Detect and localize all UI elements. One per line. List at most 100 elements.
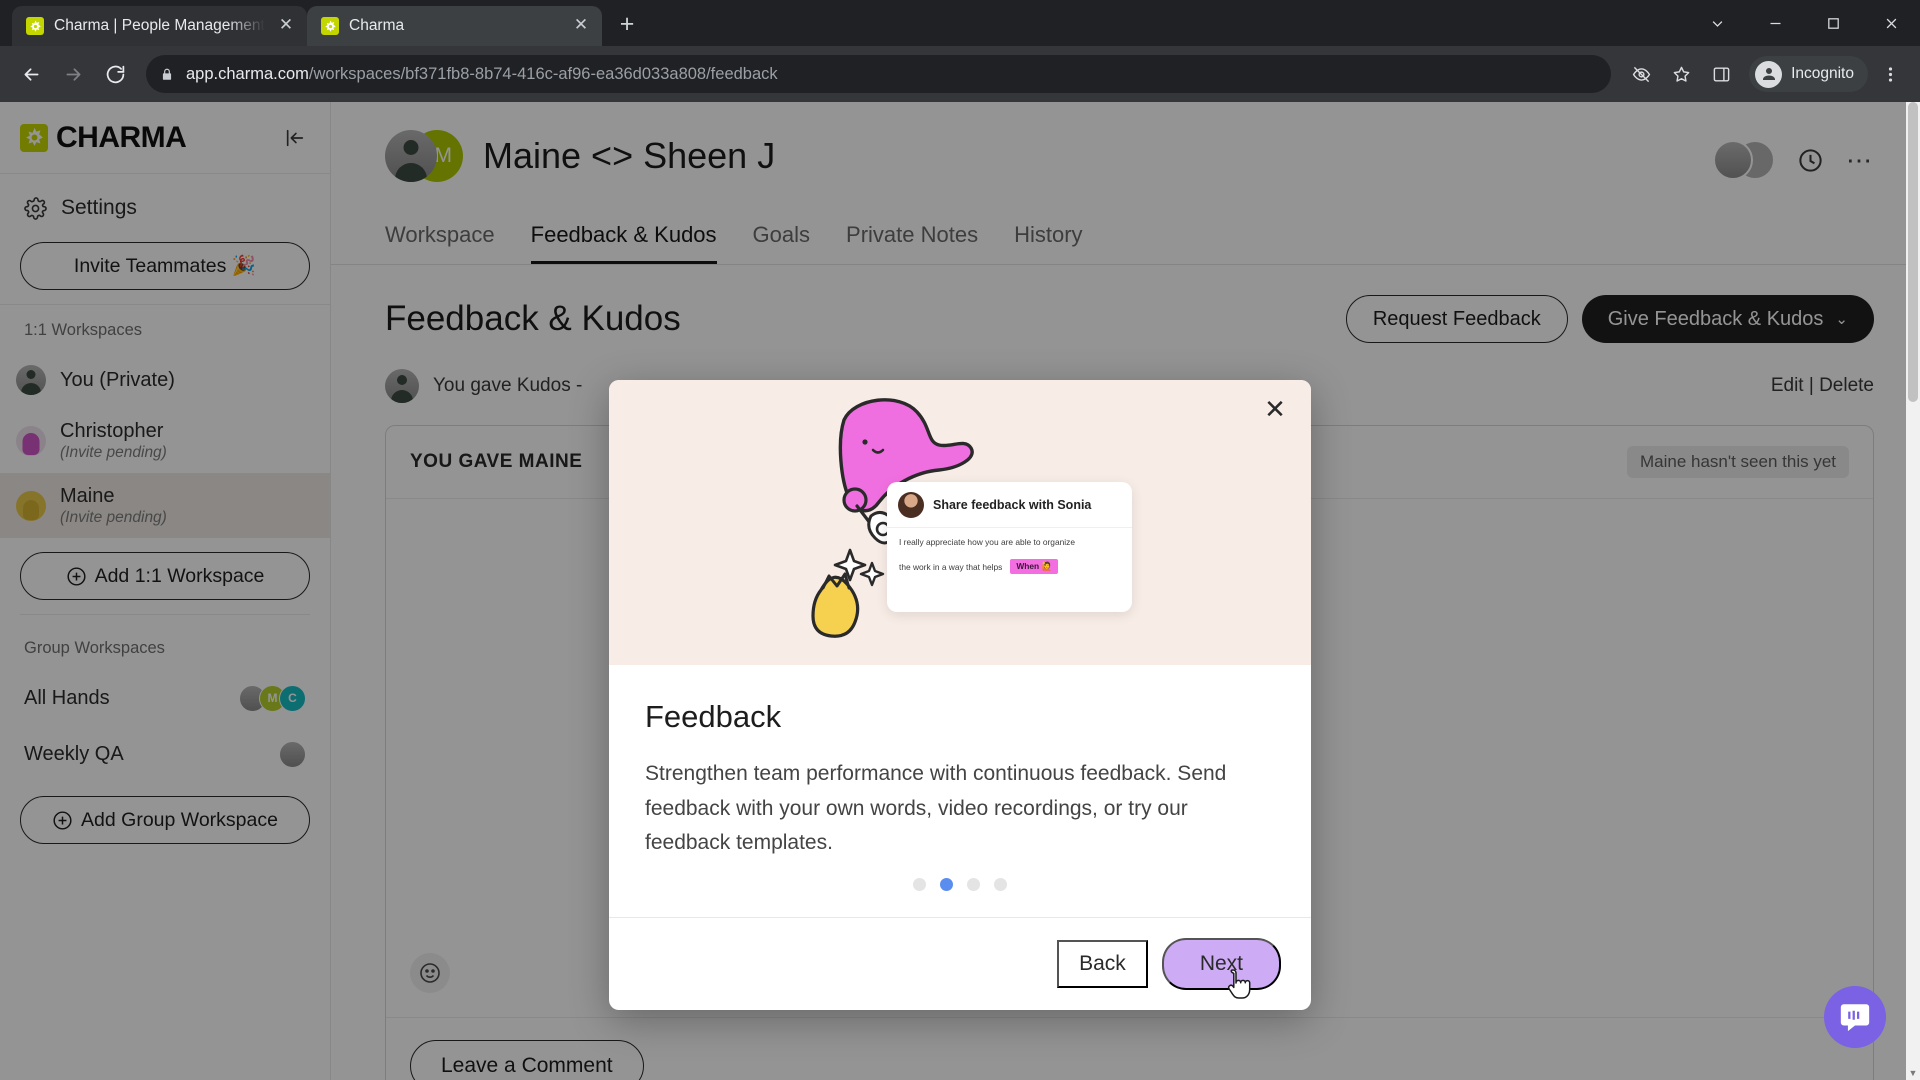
workspace-tabs: Workspace Feedback & Kudos Goals Private… [331, 196, 1920, 265]
charma-wordmark: CHARMA [56, 120, 187, 154]
tab-private-notes[interactable]: Private Notes [846, 222, 978, 264]
tab-history[interactable]: History [1014, 222, 1082, 264]
browser-tab-1[interactable]: Charma | People Management S ✕ [12, 6, 307, 46]
sidebar-item-settings-label: Settings [61, 196, 137, 219]
scrollbar-thumb[interactable] [1908, 102, 1918, 402]
edit-link[interactable]: Edit [1771, 375, 1804, 396]
browser-tab-2-title: Charma [349, 17, 405, 34]
collapse-sidebar-icon[interactable] [280, 123, 310, 153]
activity-text: You gave Kudos - [433, 375, 583, 396]
onboarding-modal: ✕ Share feedback with Sonia I really app… [609, 380, 1311, 1010]
workspace-status: (Invite pending) [60, 444, 167, 461]
tab-feedback-kudos[interactable]: Feedback & Kudos [530, 222, 717, 264]
browser-tab-1-title: Charma | People Management S [54, 17, 265, 34]
maximize-icon[interactable] [1804, 0, 1862, 46]
chevron-down-icon[interactable] [1688, 0, 1746, 46]
feedback-section-header: Feedback & Kudos Request Feedback Give F… [385, 295, 1874, 343]
header-member-avatars[interactable] [1713, 140, 1775, 180]
incognito-avatar-icon [1755, 60, 1783, 88]
add-group-label: Add Group Workspace [81, 808, 278, 831]
group-workspaces-heading: Group Workspaces [24, 639, 165, 657]
sidebar-item-settings[interactable]: Settings [20, 188, 310, 228]
feedback-actions: Request Feedback Give Feedback & Kudos ⌄ [1345, 295, 1874, 343]
browser-menu-icon[interactable] [1872, 56, 1908, 92]
section-title: Feedback & Kudos [385, 299, 681, 338]
page-scrollbar[interactable]: ▲ ▼ [1906, 102, 1920, 1080]
chevron-down-icon: ⌄ [1835, 311, 1848, 328]
pagination-dot-1[interactable] [913, 878, 926, 891]
workspace-title-row: M Maine <> Sheen J [385, 130, 1920, 182]
workspace-name: Christopher [60, 420, 164, 442]
sidebar-settings-section: Settings Invite Teammates 🎉 [0, 174, 330, 305]
avatar [385, 369, 419, 403]
incognito-eye-icon[interactable] [1623, 56, 1659, 92]
browser-tab-2[interactable]: Charma ✕ [307, 6, 602, 46]
pagination-dot-3[interactable] [967, 878, 980, 891]
sidebar-workspace-you[interactable]: You (Private) [0, 352, 330, 408]
illustration-card-line1: I really appreciate how you are able to … [899, 537, 1075, 547]
browser-tab-strip: Charma | People Management S ✕ Charma ✕ … [0, 0, 1920, 46]
group-name: Weekly QA [24, 742, 124, 765]
lock-icon [160, 66, 174, 83]
more-options-icon[interactable]: ⋯ [1846, 147, 1874, 173]
pagination-dot-2[interactable] [940, 878, 953, 891]
pagination-dot-4[interactable] [994, 878, 1007, 891]
add-one-on-one-workspace-button[interactable]: Add 1:1 Workspace [20, 552, 310, 600]
new-tab-button[interactable]: + [610, 9, 644, 43]
close-icon[interactable]: ✕ [1259, 394, 1291, 426]
workspace-status: (Invite pending) [60, 509, 167, 526]
minimize-icon[interactable] [1746, 0, 1804, 46]
address-bar-url: app.charma.com/workspaces/bf371fb8-8b74-… [186, 65, 778, 84]
give-feedback-kudos-button[interactable]: Give Feedback & Kudos ⌄ [1581, 295, 1874, 343]
sidebar-group-all-hands[interactable]: All Hands M C [20, 670, 310, 726]
incognito-profile-button[interactable]: Incognito [1749, 56, 1868, 92]
sidebar-divider [20, 614, 310, 615]
delete-link[interactable]: Delete [1819, 375, 1874, 396]
address-bar[interactable]: app.charma.com/workspaces/bf371fb8-8b74-… [146, 55, 1612, 93]
modal-illustration: ✕ Share feedback with Sonia I really app… [609, 380, 1311, 665]
close-icon[interactable] [1862, 0, 1920, 46]
intercom-chat-icon[interactable] [1824, 986, 1886, 1048]
browser-tab-1-close-icon[interactable]: ✕ [275, 15, 297, 37]
header-actions: ⋯ [1713, 140, 1874, 180]
request-feedback-button[interactable]: Request Feedback [1345, 295, 1568, 343]
back-button[interactable]: Back [1057, 940, 1148, 988]
leave-comment-button[interactable]: Leave a Comment [410, 1040, 644, 1080]
reload-icon[interactable] [96, 55, 134, 93]
modal-body: Feedback Strengthen team performance wit… [609, 665, 1311, 878]
illustration-feedback-card: Share feedback with Sonia I really appre… [887, 482, 1132, 612]
workspace-pair-avatar: M [385, 130, 463, 182]
action-separator: | [1808, 375, 1814, 396]
browser-tab-2-close-icon[interactable]: ✕ [570, 15, 592, 37]
add-one-on-one-label: Add 1:1 Workspace [94, 564, 265, 587]
sidebar-workspace-christopher[interactable]: Christopher (Invite pending) [0, 408, 330, 473]
tab-goals[interactable]: Goals [753, 222, 810, 264]
modal-description: Strengthen team performance with continu… [645, 762, 1227, 855]
bookmark-star-icon[interactable] [1663, 56, 1699, 92]
row-actions: Edit | Delete [1771, 375, 1874, 397]
avatar [1713, 140, 1753, 180]
avatar [16, 365, 46, 395]
feedback-card-title: YOU GAVE MAINE [410, 451, 583, 472]
modal-title: Feedback [645, 699, 782, 734]
invite-teammates-button[interactable]: Invite Teammates 🎉 [20, 242, 310, 290]
forward-icon[interactable] [54, 55, 92, 93]
emoji-reaction-icon[interactable] [410, 953, 450, 993]
page-title: Maine <> Sheen J [483, 135, 776, 176]
side-panel-icon[interactable] [1703, 56, 1739, 92]
clock-icon[interactable] [1797, 147, 1824, 174]
address-bar-path: /workspaces/bf371fb8-8b74-416c-af96-ea36… [308, 64, 778, 83]
back-icon[interactable] [12, 55, 50, 93]
charma-favicon-icon-2 [321, 17, 339, 35]
sidebar-group-weekly-qa[interactable]: Weekly QA [20, 726, 310, 782]
window-controls [1688, 0, 1920, 46]
next-button[interactable]: Next [1161, 938, 1281, 990]
sidebar-workspace-maine[interactable]: Maine (Invite pending) [0, 473, 330, 538]
illustration-card-line2-row: the work in a way that helps When 🙋 [899, 559, 1120, 574]
scroll-down-icon[interactable]: ▼ [1906, 1068, 1920, 1078]
avatar [898, 492, 924, 518]
status-badge: Maine hasn't seen this yet [1626, 446, 1849, 478]
tab-workspace[interactable]: Workspace [385, 222, 495, 264]
add-group-workspace-button[interactable]: Add Group Workspace [20, 796, 310, 844]
sidebar-logo-row: CHARMA [0, 102, 330, 174]
